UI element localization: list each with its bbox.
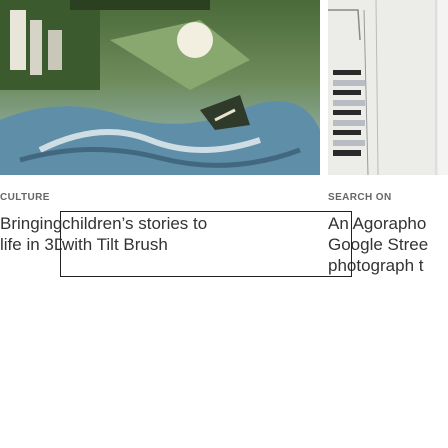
- category-label: CULTURE: [0, 192, 50, 203]
- painting-scene-illustration-icon: [0, 0, 320, 175]
- article-headline[interactable]: Bringing life in 3D: [0, 213, 66, 255]
- article-card-search-on[interactable]: SEARCH ON An Agorapho Google Stree photo…: [328, 0, 448, 300]
- article-image-search-on[interactable]: [328, 0, 448, 175]
- highlight-line: children’s stories to: [62, 214, 208, 233]
- headline-line: life in 3D: [0, 235, 67, 254]
- category-label: SEARCH ON: [328, 192, 392, 203]
- article-headline[interactable]: An Agorapho Google Stree photograph t: [328, 213, 428, 276]
- highlighted-headline-text[interactable]: children’s stories to with Tilt Brush: [62, 213, 208, 255]
- article-image-culture[interactable]: [0, 0, 320, 175]
- headline-line: Bringing: [0, 214, 63, 233]
- staircase-photo-icon: [328, 0, 448, 175]
- headline-line: Google Stree: [328, 235, 429, 254]
- article-card-culture[interactable]: CULTURE Bringing life in 3D: [0, 0, 320, 300]
- headline-line: photograph t: [328, 256, 424, 275]
- headline-line: An Agorapho: [328, 214, 427, 233]
- highlight-line: with Tilt Brush: [62, 235, 168, 254]
